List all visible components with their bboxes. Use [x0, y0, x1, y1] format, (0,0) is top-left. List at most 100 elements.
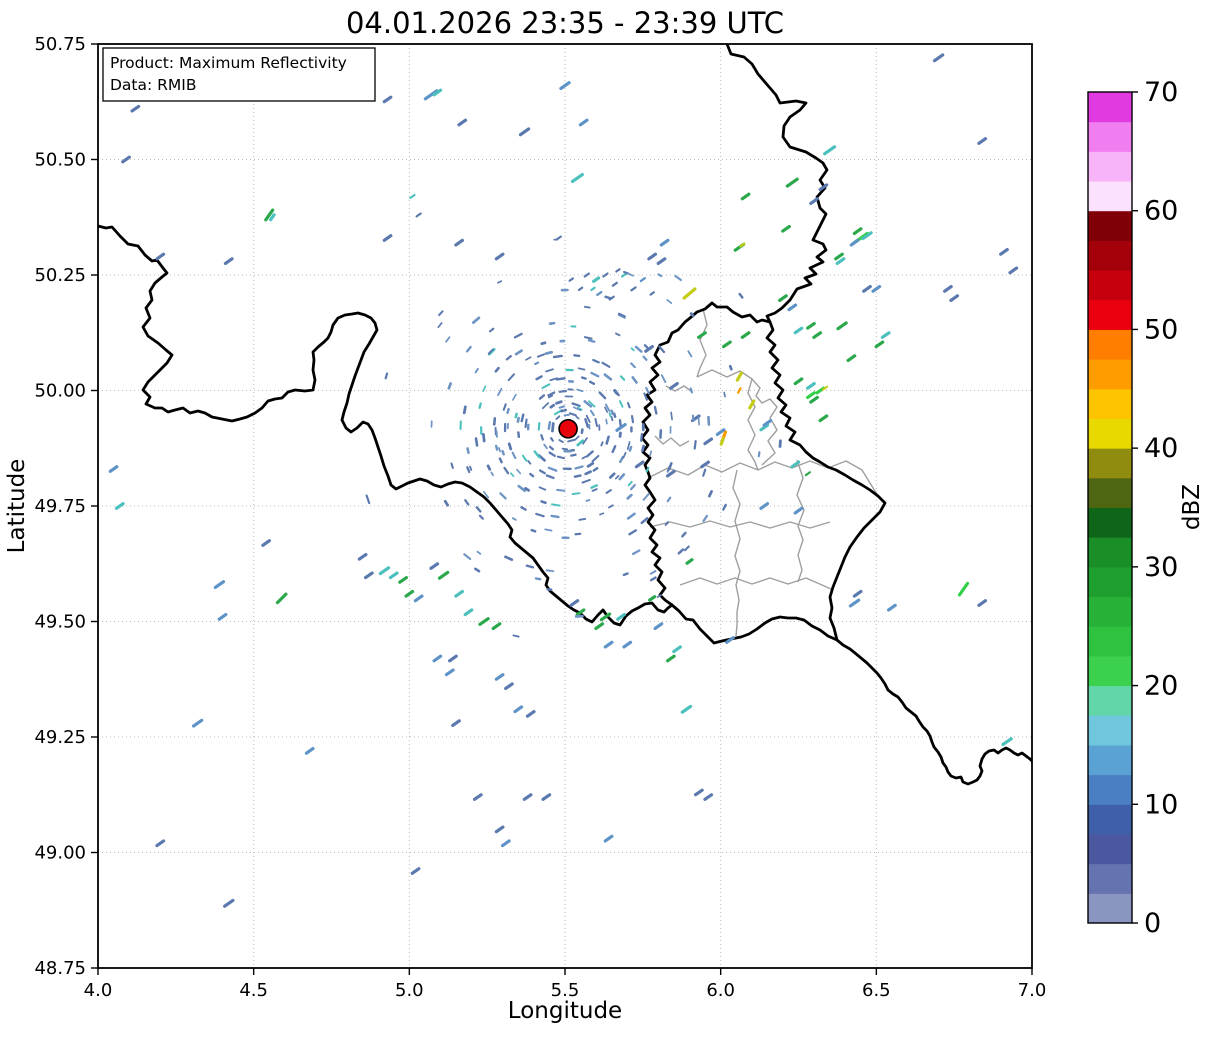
colorbar-segment: [1088, 626, 1132, 657]
clutter-speck: [581, 479, 591, 484]
clutter-speck: [450, 462, 454, 469]
y-tick-label: 49.25: [34, 727, 86, 748]
clutter-speck: [611, 445, 617, 454]
clutter-speck: [599, 512, 605, 516]
clutter-speck: [537, 422, 541, 431]
echo-mark: [672, 645, 682, 654]
clutter-speck: [588, 380, 596, 385]
admin-border: [747, 378, 759, 471]
x-tick-label: 4.0: [84, 980, 113, 1001]
admin-border: [647, 460, 879, 497]
clutter-speck: [550, 514, 560, 519]
clutter-speck: [504, 555, 514, 562]
echo-mark: [1001, 737, 1013, 747]
echo-mark: [437, 570, 450, 580]
clutter-speck: [581, 455, 587, 460]
clutter-speck: [547, 466, 558, 472]
echo-mark: [977, 599, 988, 607]
clutter-speck: [666, 299, 673, 304]
clutter-speck: [578, 517, 587, 521]
echo-mark: [569, 599, 580, 607]
echo-mark: [806, 321, 816, 330]
echo-mark: [949, 294, 960, 302]
echo-mark: [659, 238, 670, 247]
annotation-box: Product: Maximum Reflectivity Data: RMIB: [102, 47, 376, 102]
echo-mark: [603, 834, 614, 843]
clutter-speck: [580, 428, 584, 435]
clutter-speck: [539, 469, 546, 475]
clutter-speck: [469, 465, 473, 471]
clutter-speck: [628, 445, 633, 452]
clutter-speck: [586, 461, 595, 468]
country-border-france_belgium: [98, 224, 674, 627]
clutter-speck: [543, 443, 548, 450]
radar-site-marker: [558, 419, 578, 439]
clutter-speck: [524, 418, 528, 429]
echo-mark: [809, 197, 819, 205]
echo-mark: [693, 788, 704, 797]
colorbar-segment: [1088, 121, 1132, 152]
echo-mark: [382, 95, 393, 104]
x-tick-label: 7.0: [1018, 980, 1047, 1001]
colorbar-segment: [1088, 388, 1132, 419]
echo-mark: [785, 177, 799, 188]
y-tick-label: 49.50: [34, 612, 86, 633]
echo-mark: [559, 81, 571, 91]
echo-mark: [121, 155, 131, 164]
echo-mark: [846, 354, 857, 363]
echo-mark: [634, 460, 645, 469]
clutter-speck: [567, 438, 576, 443]
clutter-speck: [365, 494, 371, 505]
clutter-speck: [502, 403, 507, 411]
clutter-speck: [538, 394, 546, 400]
echo-mark: [665, 654, 676, 663]
clutter-speck: [640, 432, 644, 442]
clutter-speck: [608, 504, 614, 509]
clutter-speck: [645, 386, 650, 395]
clutter-speck: [666, 496, 672, 503]
y-tick-label: 48.75: [34, 958, 86, 979]
echo-mark: [603, 640, 614, 649]
clutter-speck: [605, 489, 612, 494]
clutter-speck: [551, 422, 555, 433]
echo-mark: [778, 294, 788, 302]
clutter-speck: [627, 480, 633, 487]
colorbar-layer: 0 10 20 30 40 50 60 70: [1087, 77, 1178, 939]
clutter-speck: [384, 372, 389, 380]
colorbar-tick-label: 20: [1144, 671, 1178, 702]
clutter-speck: [538, 486, 547, 491]
echo-mark: [504, 682, 514, 691]
clutter-speck: [642, 355, 648, 361]
clutter-speck: [545, 474, 555, 480]
clutter-speck: [497, 280, 503, 284]
colorbar-segment: [1088, 359, 1132, 390]
echo-mark: [793, 326, 804, 335]
y-tick-label: 50.75: [34, 34, 86, 55]
echo-mark: [378, 566, 391, 576]
x-tick-label: 6.5: [862, 980, 891, 1001]
clutter-speck: [534, 577, 542, 581]
echo-mark: [611, 281, 618, 287]
clutter-speck: [723, 391, 726, 398]
echo-mark: [191, 718, 204, 728]
echo-mark: [269, 213, 276, 222]
clutter-speck: [702, 514, 708, 523]
clutter-speck: [471, 316, 481, 324]
clutter-speck: [576, 439, 585, 447]
clutter-speck: [600, 441, 604, 447]
echo-mark: [852, 227, 863, 236]
echo-mark: [806, 391, 816, 400]
colorbar-segment: [1088, 181, 1132, 212]
clutter-speck: [576, 388, 584, 393]
admin-border: [649, 520, 831, 529]
colorbar-segment: [1088, 596, 1132, 627]
echo-mark: [500, 839, 511, 848]
country-border-luxembourg: [640, 301, 887, 645]
clutter-speck: [605, 435, 610, 445]
y-tick-label: 50.00: [34, 381, 86, 402]
clutter-speck: [689, 387, 694, 394]
echo-mark: [804, 471, 811, 477]
clutter-speck: [590, 484, 598, 489]
clutter-speck: [486, 464, 492, 471]
clutter-speck: [571, 492, 581, 495]
